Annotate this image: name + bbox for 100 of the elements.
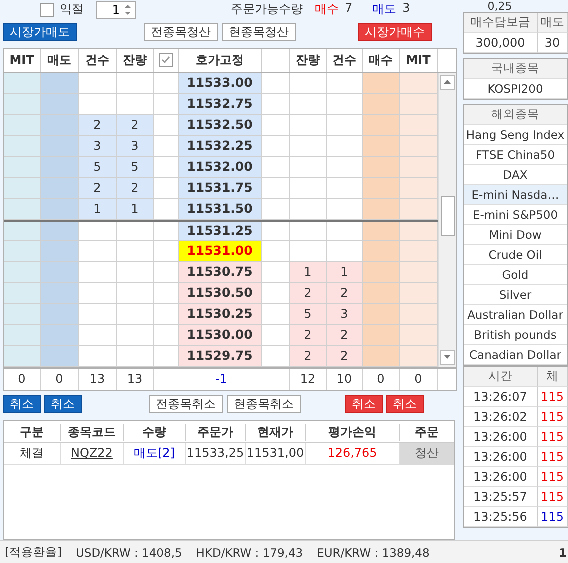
table-cell: 115	[538, 447, 568, 467]
mit-sell-cell[interactable]	[4, 262, 41, 283]
sell-order-cell[interactable]	[41, 222, 79, 241]
table-cell: 13:25:57	[464, 487, 538, 507]
mit-sell-cell[interactable]	[4, 222, 41, 241]
ask-count-cell: 2	[79, 114, 117, 136]
buy-order-cell[interactable]	[363, 94, 400, 115]
buy-order-cell[interactable]	[363, 262, 400, 283]
sell-order-cell[interactable]	[41, 346, 79, 367]
symbol-item[interactable]: Gold	[464, 265, 567, 285]
symbol-item[interactable]: British pounds	[464, 325, 567, 345]
scroll-down-icon[interactable]	[440, 350, 455, 365]
symbol-item[interactable]: KOSPI200	[464, 79, 567, 99]
buy-quantity: 7	[345, 1, 353, 18]
bid-quantity-cell: 2	[290, 282, 327, 304]
buy-button[interactable]: 시장가매수	[358, 23, 432, 41]
bid-count-cell: 3	[327, 304, 363, 325]
mit-buy-cell[interactable]	[400, 304, 438, 325]
sell-order-cell[interactable]	[41, 304, 79, 325]
sell-order-cell[interactable]	[41, 72, 79, 94]
scroll-up-icon[interactable]	[440, 74, 455, 90]
buy-order-cell[interactable]	[363, 198, 400, 220]
symbol-item[interactable]: Hang Seng Index	[464, 125, 567, 145]
buy-order-cell[interactable]	[363, 304, 400, 325]
mit-sell-cell[interactable]	[4, 94, 41, 115]
mit-sell-cell[interactable]	[4, 178, 41, 199]
sell-button[interactable]: 취소	[44, 395, 82, 414]
sell-order-cell[interactable]	[41, 178, 79, 199]
sell-order-cell[interactable]	[41, 114, 79, 136]
mit-buy-cell[interactable]	[400, 198, 438, 220]
mit-buy-cell[interactable]	[400, 240, 438, 262]
buy-order-cell[interactable]	[363, 346, 400, 367]
mit-buy-cell[interactable]	[400, 222, 438, 241]
symbol-item[interactable]: Crude Oil	[464, 245, 567, 265]
buy-button[interactable]: 취소	[345, 395, 383, 414]
mit-buy-cell[interactable]	[400, 136, 438, 157]
mit-sell-cell[interactable]	[4, 324, 41, 346]
scrollbar-thumb[interactable]	[440, 196, 454, 236]
mit-buy-cell[interactable]	[400, 324, 438, 346]
sell-button[interactable]: 취소	[3, 395, 41, 414]
symbol-item[interactable]: E-mini S&P500	[464, 205, 567, 225]
mit-sell-cell[interactable]	[4, 304, 41, 325]
mit-sell-cell[interactable]	[4, 72, 41, 94]
mit-buy-cell[interactable]	[400, 178, 438, 199]
checkbox[interactable]	[40, 2, 54, 17]
buy-order-cell[interactable]	[363, 282, 400, 304]
ask-count-cell: 1	[79, 198, 117, 220]
mit-sell-cell[interactable]	[4, 240, 41, 262]
sell-order-cell[interactable]	[41, 136, 79, 157]
checkbox[interactable]	[159, 53, 173, 68]
price-cell: 11531.00	[179, 240, 262, 262]
action-button[interactable]: 전종목청산	[144, 23, 218, 41]
mit-sell-cell[interactable]	[4, 136, 41, 157]
scrollbar[interactable]	[438, 72, 456, 367]
buy-order-cell[interactable]	[363, 156, 400, 178]
column-header: MIT	[400, 48, 438, 72]
symbol-link[interactable]: NQZ22	[71, 446, 113, 460]
action-button[interactable]: 현종목취소	[227, 395, 301, 414]
sell-order-cell[interactable]	[41, 156, 79, 178]
mit-buy-cell[interactable]	[400, 72, 438, 94]
mit-sell-cell[interactable]	[4, 346, 41, 367]
mit-sell-cell[interactable]	[4, 198, 41, 220]
action-button[interactable]: 현종목청산	[222, 23, 296, 41]
sell-order-cell[interactable]	[41, 198, 79, 220]
buy-order-cell[interactable]	[363, 114, 400, 136]
mit-buy-cell[interactable]	[400, 156, 438, 178]
symbol-item[interactable]: Australian Dollar	[464, 305, 567, 325]
liquidate-button[interactable]: 청산	[400, 442, 454, 465]
buy-order-cell[interactable]	[363, 240, 400, 262]
sell-order-cell[interactable]	[41, 94, 79, 115]
ask-count-cell: 2	[79, 178, 117, 199]
buy-order-cell[interactable]	[363, 178, 400, 199]
bid-quantity-cell	[290, 94, 327, 115]
buy-order-cell[interactable]	[363, 222, 400, 241]
mit-buy-cell[interactable]	[400, 94, 438, 115]
symbol-item[interactable]: Canadian Dollar	[464, 345, 567, 365]
sell-order-cell[interactable]	[41, 240, 79, 262]
symbol-item[interactable]: Silver	[464, 285, 567, 305]
buy-button[interactable]: 취소	[386, 395, 424, 414]
mit-sell-cell[interactable]	[4, 282, 41, 304]
symbol-item[interactable]: FTSE China50	[464, 145, 567, 165]
mit-buy-cell[interactable]	[400, 114, 438, 136]
mit-sell-cell[interactable]	[4, 156, 41, 178]
quantity-field[interactable]: 1	[96, 0, 136, 19]
sell-order-cell[interactable]	[41, 282, 79, 304]
mit-buy-cell[interactable]	[400, 346, 438, 367]
symbol-item[interactable]: E-mini Nasda…	[464, 185, 567, 205]
bid-quantity-cell: 1	[290, 262, 327, 283]
buy-order-cell[interactable]	[363, 136, 400, 157]
sell-order-cell[interactable]	[41, 262, 79, 283]
mit-buy-cell[interactable]	[400, 262, 438, 283]
buy-order-cell[interactable]	[363, 324, 400, 346]
action-button[interactable]: 전종목취소	[149, 395, 223, 414]
sell-button[interactable]: 시장가매도	[3, 23, 77, 41]
buy-order-cell[interactable]	[363, 72, 400, 94]
ask-count-cell	[79, 282, 117, 304]
symbol-item[interactable]: Mini Dow	[464, 225, 567, 245]
mit-sell-cell[interactable]	[4, 114, 41, 136]
sell-order-cell[interactable]	[41, 324, 79, 346]
mit-buy-cell[interactable]	[400, 282, 438, 304]
